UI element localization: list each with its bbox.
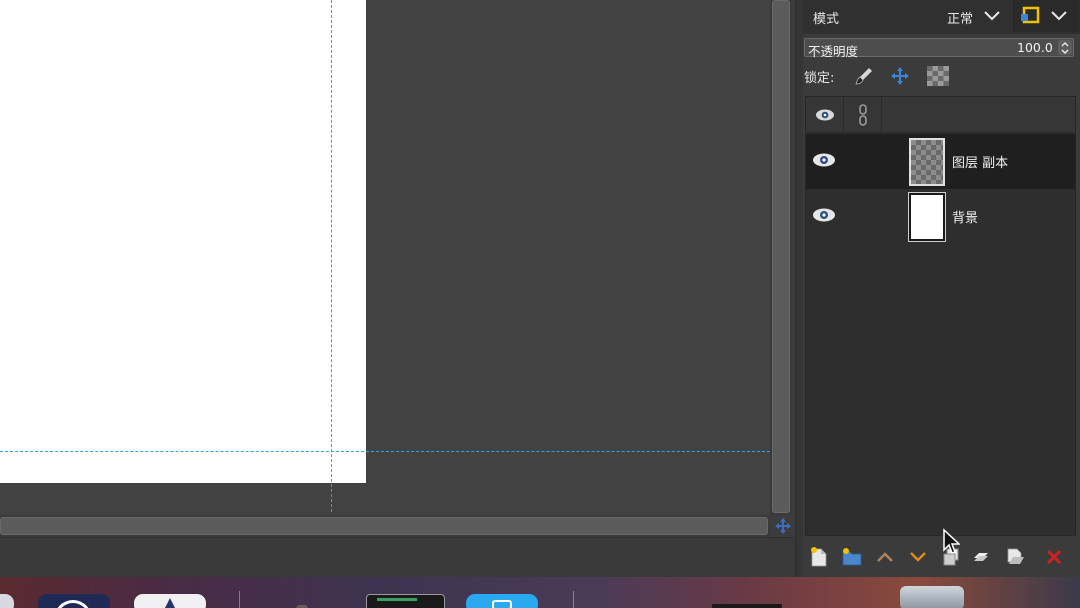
dock-splitter[interactable]: [795, 0, 803, 577]
layer-name[interactable]: 背景: [952, 207, 978, 226]
lock-row: 锁定:: [803, 62, 1080, 90]
raise-layer-icon[interactable]: [873, 545, 897, 569]
horizontal-guide[interactable]: [0, 451, 770, 452]
vertical-scrollbar-thumb[interactable]: [772, 0, 790, 513]
layer-visibility-eye-icon[interactable]: [812, 207, 836, 227]
lock-position-move-icon[interactable]: [889, 65, 911, 91]
mouse-cursor-icon: [942, 528, 961, 560]
opacity-value[interactable]: 100.0: [1017, 40, 1053, 55]
layer-row[interactable]: 图层 副本: [806, 134, 1075, 189]
dock-app-icon[interactable]: [712, 604, 782, 608]
layers-list-header: [806, 97, 1075, 133]
new-layer-group-icon[interactable]: [840, 545, 864, 569]
chevron-down-icon: [1050, 9, 1068, 27]
mode-label: 模式: [813, 12, 840, 27]
navigate-icon[interactable]: [772, 515, 794, 537]
anchor-layer-icon[interactable]: [969, 545, 993, 569]
dock-app-icon[interactable]: [466, 594, 538, 608]
dock-separator: [573, 591, 574, 608]
lock-alpha-checker-icon[interactable]: [927, 66, 949, 86]
lower-layer-icon[interactable]: [906, 545, 930, 569]
layer-row[interactable]: 背景: [806, 189, 1075, 244]
opacity-slider[interactable]: 不透明度 100.0: [804, 38, 1074, 59]
dock-app-icon[interactable]: [0, 594, 14, 608]
layers-list[interactable]: 图层 副本 背景: [805, 96, 1076, 536]
mode-select[interactable]: 正常: [947, 8, 973, 27]
visibility-column-eye-icon[interactable]: [806, 97, 844, 133]
layers-panel: 模式 正常 不透明度 100.0 锁定: 图层 副本 背景: [803, 0, 1080, 577]
trash-icon[interactable]: [900, 586, 964, 608]
image-page[interactable]: [0, 0, 366, 483]
horizontal-scrollbar[interactable]: [0, 515, 770, 537]
chain-link-column-icon[interactable]: [844, 97, 882, 133]
opacity-label: 不透明度: [808, 44, 859, 59]
layer-thumbnail[interactable]: [908, 192, 946, 242]
dock-separator: [239, 591, 240, 608]
image-canvas[interactable]: [0, 0, 770, 515]
merge-layer-icon[interactable]: [1003, 545, 1027, 569]
lock-pixels-brush-icon[interactable]: [853, 65, 875, 91]
opacity-spinner[interactable]: [1058, 40, 1072, 55]
dock-app-icon[interactable]: [366, 594, 445, 608]
layer-thumbnail[interactable]: [909, 138, 945, 186]
new-layer-icon[interactable]: [807, 545, 831, 569]
delete-layer-icon[interactable]: [1042, 545, 1066, 569]
mode-row: 模式 正常: [803, 0, 1080, 34]
lock-label: 锁定:: [804, 71, 835, 86]
dock-app-icon[interactable]: [290, 597, 314, 608]
vertical-scrollbar[interactable]: [770, 0, 792, 515]
vertical-guide[interactable]: [331, 0, 332, 512]
horizontal-scrollbar-thumb[interactable]: [0, 517, 768, 535]
dock-app-icon[interactable]: [134, 594, 206, 608]
layer-mode-toggle-button[interactable]: [1013, 0, 1079, 32]
status-bar: [0, 537, 795, 577]
gimp-window: 模式 正常 不透明度 100.0 锁定: 图层 副本 背景: [0, 0, 1080, 608]
layer-mode-icon: [1020, 5, 1042, 31]
layer-name[interactable]: 图层 副本: [952, 152, 1008, 171]
macos-dock: [0, 577, 1080, 608]
chevron-down-icon[interactable]: [983, 9, 1001, 27]
dock-app-icon[interactable]: [38, 594, 110, 608]
layer-visibility-eye-icon[interactable]: [812, 152, 836, 172]
